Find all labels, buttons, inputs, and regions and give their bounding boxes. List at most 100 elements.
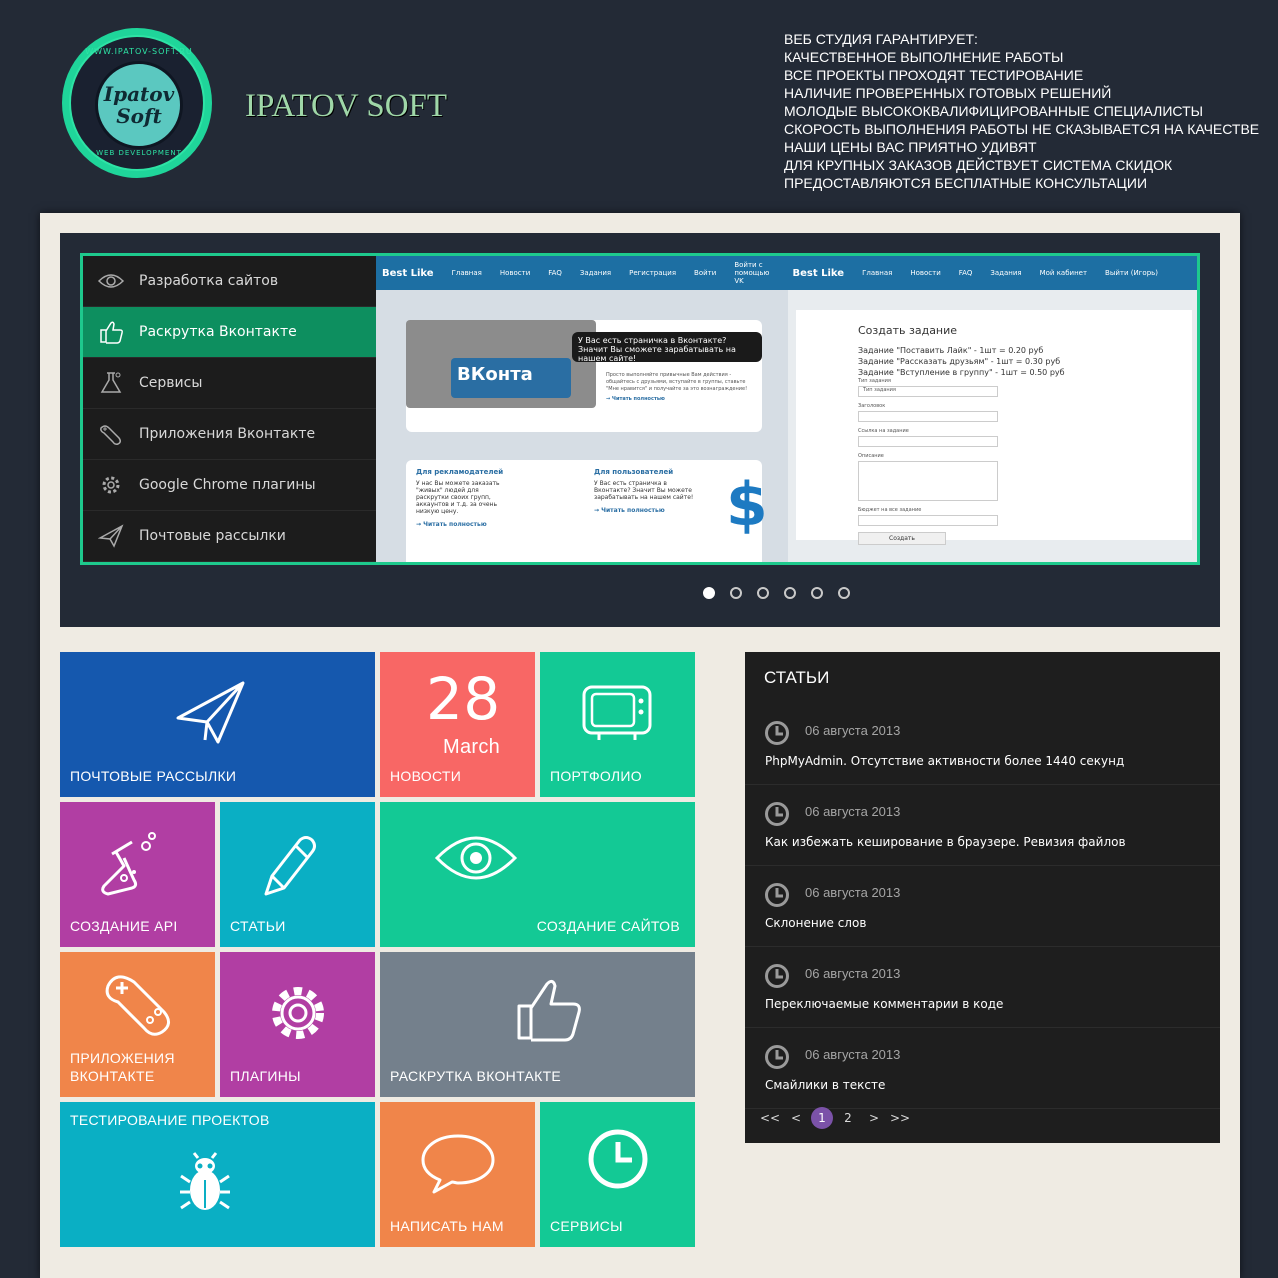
clock-icon [764, 720, 790, 750]
slide-card-text: Просто выполняйте привычные Вам действия… [606, 372, 756, 403]
dollar-icon: $ [726, 470, 768, 540]
logo-ring: WWW.IPATOV-SOFT.RU Ipatov Soft WEB DEVEL… [69, 35, 205, 171]
logo-badge: Ipatov Soft [95, 61, 183, 149]
article-title[interactable]: Склонение слов [765, 916, 866, 930]
slider-menu-item-vk-apps[interactable]: Приложения Вконтакте [83, 409, 376, 460]
slide-nav-left: Best Like Главная Новости FAQ Задания Ре… [376, 256, 787, 290]
tile-services[interactable]: СЕРВИСЫ [540, 1102, 695, 1247]
article-date: 06 августа 2013 [805, 1047, 901, 1062]
slider-dot[interactable] [811, 587, 823, 599]
slide-read-more[interactable]: → Читать полностью [606, 396, 756, 403]
guarantee-heading: ВЕБ СТУДИЯ ГАРАНТИРУЕТ: [784, 31, 978, 47]
article-title[interactable]: Переключаемые комментарии в коде [765, 997, 1003, 1011]
tile-label-text: ПРИЛОЖЕНИЯ ВКОНТАКТЕ [70, 1050, 175, 1084]
logo-subtitle: WEB DEVELOPMENT [96, 149, 182, 157]
pager-first[interactable]: << [759, 1107, 781, 1129]
flask-icon [83, 370, 139, 396]
article-title[interactable]: PhpMyAdmin. Отсутствие активности более … [765, 754, 1124, 768]
guarantee-item: ВСЕ ПРОЕКТЫ ПРОХОДЯТ ТЕСТИРОВАНИЕ [784, 67, 1084, 83]
pager-next[interactable]: > [863, 1107, 885, 1129]
slide-adv-text: У нас Вы можете заказать "живых" людей д… [416, 480, 500, 515]
clock-icon [764, 1044, 790, 1074]
slide-read-more[interactable]: → Читать полностью [416, 521, 576, 528]
logo[interactable]: WWW.IPATOV-SOFT.RU Ipatov Soft WEB DEVEL… [62, 28, 212, 178]
clock-icon [764, 801, 790, 831]
slide-nav-link: Выйти (Игорь) [1105, 269, 1159, 277]
slider-dot[interactable] [784, 587, 796, 599]
article-item[interactable]: 06 августа 2013 Склонение слов [745, 866, 1220, 947]
news-month: March [443, 736, 501, 758]
tile-news[interactable]: 28 March НОВОСТИ [380, 652, 535, 797]
tile-label: НОВОСТИ [390, 768, 462, 784]
slide-screenshot[interactable]: Best Like Главная Новости FAQ Задания Ре… [376, 253, 1200, 565]
slider-menu-item-services[interactable]: Сервисы [83, 358, 376, 409]
pager-page-1[interactable]: 1 [811, 1107, 833, 1129]
slider-dot[interactable] [838, 587, 850, 599]
news-day: 28 [426, 665, 501, 733]
slider-pagination [703, 587, 850, 599]
slide-form-label: Бюджет на все задание [858, 507, 922, 513]
clock-icon [764, 882, 790, 912]
tile-mailings[interactable]: ПОЧТОВЫЕ РАССЫЛКИ [60, 652, 375, 797]
tile-testing[interactable]: ТЕСТИРОВАНИЕ ПРОЕКТОВ [60, 1102, 375, 1247]
slide-form-field [858, 411, 998, 422]
slide-logo: Best Like [792, 267, 845, 279]
tile-label: ПОРТФОЛИО [550, 768, 642, 784]
slide-logo: Best Like [382, 267, 434, 279]
pencil-icon [258, 832, 318, 896]
paper-plane-icon [83, 524, 139, 548]
article-item[interactable]: 06 августа 2013 PhpMyAdmin. Отсутствие а… [745, 704, 1220, 785]
gear-icon [265, 980, 331, 1046]
tile-label: СЕРВИСЫ [550, 1218, 623, 1234]
guarantee-item: СКОРОСТЬ ВЫПОЛНЕНИЯ РАБОТЫ НЕ СКАЗЫВАЕТС… [784, 121, 1260, 137]
articles-title: СТАТЬИ [764, 668, 830, 687]
clock-icon [587, 1128, 649, 1190]
clock-icon [764, 963, 790, 993]
slider-menu-item-mailings[interactable]: Почтовые рассылки [83, 511, 376, 562]
tile-label: ТЕСТИРОВАНИЕ ПРОЕКТОВ [70, 1112, 270, 1128]
slide-user-text: У Вас есть страничка в Вконтакте? Значит… [594, 480, 694, 501]
slider-dot[interactable] [730, 587, 742, 599]
slider-menu-item-vk-promotion[interactable]: Раскрутка Вконтакте [83, 307, 376, 358]
tile-label: СТАТЬИ [230, 918, 286, 934]
articles-panel: СТАТЬИ 06 августа 2013 PhpMyAdmin. Отсут… [745, 652, 1220, 1143]
articles-pager: << < 1 2 > >> [759, 1107, 911, 1129]
slide-nav-link: Главная [451, 269, 482, 277]
tile-label: ПЛАГИНЫ [230, 1068, 301, 1084]
gamepad-icon [102, 970, 176, 1040]
site-header: WWW.IPATOV-SOFT.RU Ipatov Soft WEB DEVEL… [0, 0, 1278, 213]
tile-sites[interactable]: СОЗДАНИЕ САЙТОВ [380, 802, 695, 947]
article-item[interactable]: 06 августа 2013 Смайлики в тексте [745, 1028, 1220, 1109]
guarantee-item: НАШИ ЦЕНЫ ВАС ПРИЯТНО УДИВЯТ [784, 139, 1037, 155]
slider-dot[interactable] [703, 587, 715, 599]
pager-last[interactable]: >> [889, 1107, 911, 1129]
pager-page-2[interactable]: 2 [837, 1107, 859, 1129]
slide-form-label: Заголовок [858, 403, 886, 409]
pager-prev[interactable]: < [785, 1107, 807, 1129]
article-item[interactable]: 06 августа 2013 Как избежать кеширование… [745, 785, 1220, 866]
slider-dot[interactable] [757, 587, 769, 599]
tile-articles[interactable]: СТАТЬИ [220, 802, 375, 947]
slide-nav-link: Новости [910, 269, 941, 277]
slide-nav-right: Best Like Главная Новости FAQ Задания Мо… [787, 256, 1198, 290]
article-title[interactable]: Смайлики в тексте [765, 1078, 885, 1092]
tile-vk-apps[interactable]: ПРИЛОЖЕНИЯ ВКОНТАКТЕ [60, 952, 215, 1097]
tile-vk-promotion[interactable]: РАСКРУТКА ВКОНТАКТЕ [380, 952, 695, 1097]
slide-nav-link: FAQ [958, 269, 973, 277]
slide-form-label: Тип задания [858, 378, 891, 384]
tile-api[interactable]: СОЗДАНИЕ API [60, 802, 215, 947]
tile-label: РАСКРУТКА ВКОНТАКТЕ [390, 1068, 562, 1084]
tile-portfolio[interactable]: ПОРТФОЛИО [540, 652, 695, 797]
tile-contact[interactable]: НАПИСАТЬ НАМ [380, 1102, 535, 1247]
tile-label: СОЗДАНИЕ API [70, 918, 178, 934]
slide-form-title: Создать задание [858, 324, 958, 337]
slide-left-panel: ВКонта У Вас есть страничка в Вконтакте?… [376, 290, 788, 562]
slider-menu-item-sites[interactable]: Разработка сайтов [83, 256, 376, 307]
tile-plugins[interactable]: ПЛАГИНЫ [220, 952, 375, 1097]
bug-icon [178, 1152, 232, 1214]
article-title[interactable]: Как избежать кеширование в браузере. Рев… [765, 835, 1126, 849]
main-content: Разработка сайтов Раскрутка Вконтакте Се… [40, 213, 1240, 1278]
article-item[interactable]: 06 августа 2013 Переключаемые комментари… [745, 947, 1220, 1028]
slider-menu-item-chrome-plugins[interactable]: Google Chrome плагины [83, 460, 376, 511]
services-slider: Разработка сайтов Раскрутка Вконтакте Се… [60, 233, 1220, 627]
